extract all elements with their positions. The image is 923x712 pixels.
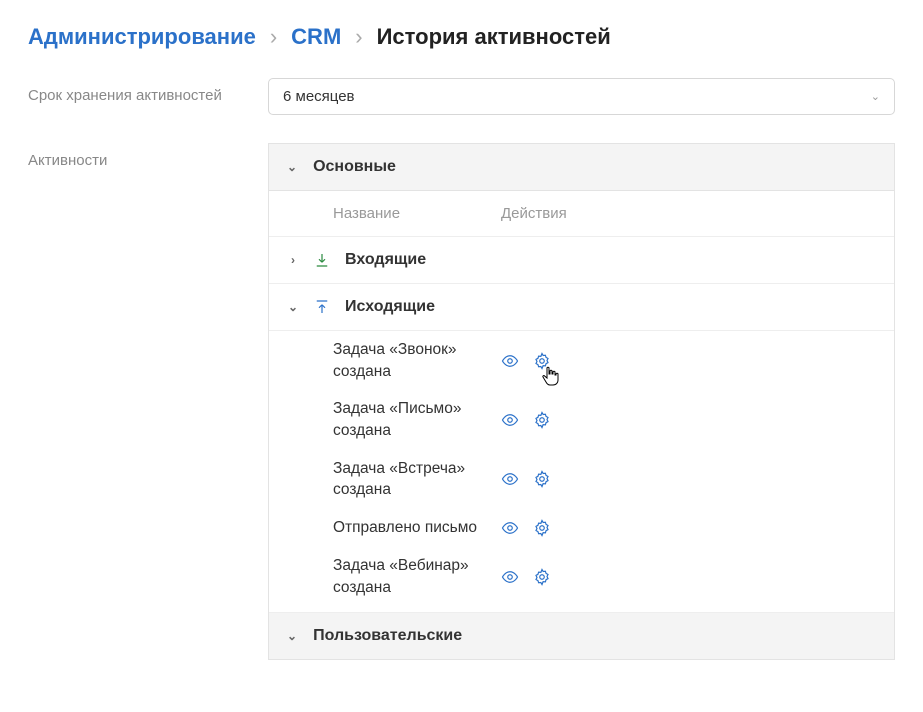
breadcrumb-sep-icon: › — [355, 24, 362, 50]
settings-button[interactable] — [533, 568, 551, 586]
gear-icon — [533, 519, 551, 537]
retention-label: Срок хранения активностей — [28, 78, 268, 106]
settings-button[interactable] — [533, 519, 551, 537]
section-main-header[interactable]: ⌄ Основные — [269, 144, 894, 191]
view-button[interactable] — [501, 352, 519, 370]
activity-name: Задача «Вебинар» создана — [333, 555, 501, 598]
view-button[interactable] — [501, 568, 519, 586]
column-headers: Название Действия — [269, 191, 894, 237]
eye-icon — [501, 568, 519, 586]
upload-icon — [313, 298, 331, 316]
activity-item: Задача «Звонок» создана — [269, 331, 894, 390]
col-actions: Действия — [501, 205, 621, 222]
breadcrumb-crm[interactable]: CRM — [291, 24, 341, 50]
eye-icon — [501, 352, 519, 370]
group-outgoing[interactable]: ⌄ Исходящие — [269, 284, 894, 331]
group-incoming[interactable]: › Входящие — [269, 237, 894, 284]
group-outgoing-label: Исходящие — [345, 298, 435, 316]
breadcrumb-current: История активностей — [377, 24, 611, 50]
activities-panel: ⌄ Основные Название Действия › Входящие … — [268, 143, 895, 660]
settings-button[interactable] — [533, 411, 551, 429]
activity-item: Отправлено письмо — [269, 509, 894, 547]
gear-icon — [533, 352, 551, 370]
chevron-down-icon: ⌄ — [287, 629, 297, 643]
col-name: Название — [333, 205, 501, 222]
section-user-title: Пользовательские — [313, 627, 462, 645]
activity-name: Отправлено письмо — [333, 517, 501, 539]
view-button[interactable] — [501, 411, 519, 429]
chevron-down-icon: ⌄ — [287, 300, 299, 314]
activity-item: Задача «Вебинар» создана — [269, 547, 894, 613]
activity-name: Задача «Письмо» создана — [333, 398, 501, 441]
activity-name: Задача «Звонок» создана — [333, 339, 501, 382]
activity-item: Задача «Письмо» создана — [269, 390, 894, 449]
view-button[interactable] — [501, 519, 519, 537]
download-icon — [313, 251, 331, 269]
section-main-title: Основные — [313, 158, 396, 176]
eye-icon — [501, 519, 519, 537]
retention-select[interactable]: 6 месяцев ⌄ — [268, 78, 895, 115]
chevron-down-icon: ⌄ — [871, 90, 880, 103]
breadcrumb-admin[interactable]: Администрирование — [28, 24, 256, 50]
chevron-down-icon: ⌄ — [287, 160, 297, 174]
chevron-right-icon: › — [287, 253, 299, 267]
activity-name: Задача «Встреча» создана — [333, 458, 501, 501]
gear-icon — [533, 411, 551, 429]
activity-item: Задача «Встреча» создана — [269, 450, 894, 509]
group-incoming-label: Входящие — [345, 251, 426, 269]
settings-button[interactable] — [533, 470, 551, 488]
activities-label: Активности — [28, 143, 268, 171]
gear-icon — [533, 470, 551, 488]
breadcrumb: Администрирование › CRM › История активн… — [28, 24, 895, 50]
eye-icon — [501, 470, 519, 488]
section-user-header[interactable]: ⌄ Пользовательские — [269, 613, 894, 659]
breadcrumb-sep-icon: › — [270, 24, 277, 50]
settings-button[interactable] — [533, 352, 551, 370]
eye-icon — [501, 411, 519, 429]
gear-icon — [533, 568, 551, 586]
retention-value: 6 месяцев — [283, 88, 355, 105]
view-button[interactable] — [501, 470, 519, 488]
